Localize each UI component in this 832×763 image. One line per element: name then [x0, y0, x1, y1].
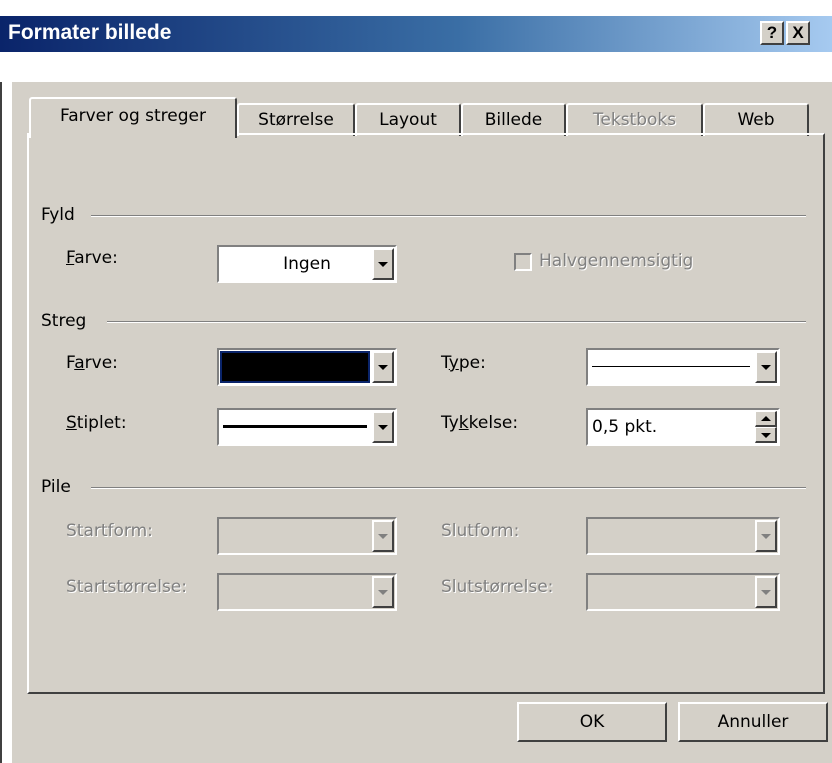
- end-size-label: Slutstørrelse:: [441, 577, 554, 597]
- line-group-label: Streg: [41, 311, 87, 331]
- tab-picture[interactable]: Billede: [461, 103, 566, 136]
- chevron-down-icon: [378, 590, 388, 595]
- line-type-dropdown-button[interactable]: [755, 351, 777, 383]
- line-weight-spinner[interactable]: 0,5 pkt.: [586, 408, 780, 446]
- chevron-down-icon: [761, 590, 771, 595]
- line-dash-select[interactable]: [217, 408, 397, 446]
- line-type-label: Type:: [441, 353, 486, 373]
- chevron-down-icon: [378, 262, 388, 267]
- dialog-body: Farver og streger Størrelse Layout Bille…: [10, 82, 832, 763]
- line-weight-label: Tykkelse:: [441, 413, 519, 433]
- help-button[interactable]: ?: [760, 21, 784, 45]
- begin-style-select: [217, 517, 397, 555]
- fill-group-label: Fyld: [41, 205, 75, 225]
- dialog-frame: [0, 82, 2, 763]
- end-size-select: [586, 573, 780, 611]
- chevron-down-icon: [761, 534, 771, 539]
- fill-group-divider: [91, 215, 806, 217]
- arrows-group-divider: [91, 487, 806, 489]
- fill-color-value: Ingen: [283, 254, 331, 274]
- tab-colors-and-lines[interactable]: Farver og streger: [29, 97, 237, 138]
- line-dash-label: Stiplet:: [66, 413, 127, 433]
- end-style-label: Slutform:: [441, 521, 520, 541]
- arrow-down-icon: [760, 432, 771, 438]
- cancel-button[interactable]: Annuller: [678, 702, 828, 742]
- end-style-select: [586, 517, 780, 555]
- chevron-down-icon: [761, 365, 771, 370]
- end-size-dropdown-button: [755, 576, 777, 608]
- line-type-sample: [592, 366, 750, 367]
- end-style-dropdown-button: [755, 520, 777, 552]
- tab-size[interactable]: Størrelse: [237, 103, 355, 136]
- begin-style-dropdown-button: [372, 520, 394, 552]
- arrow-up-icon: [760, 415, 771, 421]
- line-dash-dropdown-button[interactable]: [372, 411, 394, 443]
- ok-button[interactable]: OK: [517, 702, 667, 742]
- close-button[interactable]: X: [786, 21, 810, 45]
- line-dash-sample: [223, 425, 367, 428]
- chevron-down-icon: [378, 534, 388, 539]
- line-weight-value[interactable]: 0,5 pkt.: [588, 410, 754, 444]
- window-title: Formater billede: [8, 21, 172, 44]
- chevron-down-icon: [378, 365, 388, 370]
- semi-transparent-checkbox: [514, 253, 532, 271]
- fill-color-dropdown-button[interactable]: [372, 248, 394, 280]
- line-color-swatch: [220, 351, 370, 383]
- arrows-group-label: Pile: [41, 477, 71, 497]
- line-color-dropdown-button[interactable]: [372, 351, 394, 383]
- tab-web[interactable]: Web: [703, 103, 809, 136]
- begin-size-label: Startstørrelse:: [66, 577, 187, 597]
- line-group-divider: [107, 321, 806, 323]
- fill-color-select[interactable]: Ingen: [217, 245, 397, 283]
- line-type-select[interactable]: [586, 348, 780, 386]
- spin-down-button[interactable]: [755, 427, 777, 443]
- spin-up-button[interactable]: [755, 411, 777, 427]
- fill-color-label: Farve:: [66, 248, 118, 268]
- begin-size-dropdown-button: [372, 576, 394, 608]
- tab-layout[interactable]: Layout: [355, 103, 461, 136]
- title-bar: Formater billede ? X: [0, 16, 832, 52]
- tab-panel: Fyld Farve: Ingen Halvgennemsigtig Streg…: [27, 133, 825, 694]
- chevron-down-icon: [378, 425, 388, 430]
- tab-textbox: Tekstboks: [566, 103, 703, 136]
- line-color-select[interactable]: [217, 348, 397, 386]
- line-weight-spin-buttons[interactable]: [755, 411, 777, 443]
- semi-transparent-label: Halvgennemsigtig: [539, 251, 694, 271]
- begin-size-select: [217, 573, 397, 611]
- line-color-label: Farve:: [66, 353, 118, 373]
- begin-style-label: Startform:: [66, 521, 153, 541]
